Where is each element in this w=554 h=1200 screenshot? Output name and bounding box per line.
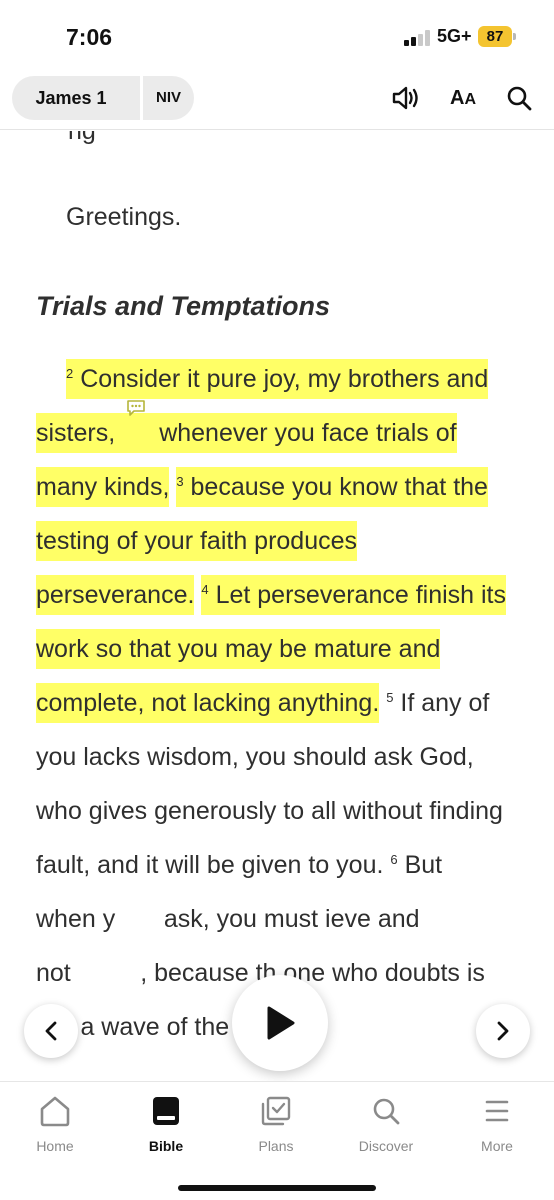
passage-text: 2 Consider it pure joy, my brothers and … — [36, 352, 508, 1054]
menu-icon — [452, 1094, 542, 1128]
search-icon — [507, 86, 532, 111]
signal-icon — [404, 30, 432, 46]
chevron-right-icon — [497, 1021, 509, 1041]
tab-plans[interactable]: Plans — [231, 1094, 321, 1154]
battery-indicator: 87 — [478, 26, 516, 47]
chapter-version-selector: James 1 NIV — [12, 76, 194, 120]
search-button[interactable] — [501, 80, 537, 116]
chevron-left-icon — [45, 1021, 57, 1041]
previous-text-fragment: ng — [68, 131, 96, 145]
tab-more[interactable]: More — [452, 1094, 542, 1154]
tab-bible[interactable]: Bible — [121, 1094, 211, 1154]
tab-home-label: Home — [36, 1138, 74, 1154]
font-size-icon: AA — [449, 86, 476, 109]
tab-more-label: More — [481, 1138, 513, 1154]
audio-button[interactable] — [388, 80, 424, 116]
play-audio-button[interactable] — [232, 975, 328, 1071]
bottom-tab-bar: Home Bible Plans Discover More — [0, 1081, 554, 1200]
bible-icon — [121, 1094, 211, 1128]
discover-icon — [341, 1094, 431, 1128]
note-icon[interactable] — [115, 400, 159, 420]
tab-home[interactable]: Home — [10, 1094, 100, 1154]
previous-chapter-button[interactable] — [24, 1004, 78, 1058]
verse-greeting: Greetings. — [66, 203, 182, 231]
network-type: 5G+ — [437, 26, 472, 46]
status-time: 7:06 — [66, 24, 113, 50]
tab-plans-label: Plans — [258, 1138, 294, 1154]
bible-reading-content[interactable]: ng Greetings. Trials and Temptations 2 C… — [0, 131, 554, 1081]
font-settings-button[interactable]: AA — [445, 80, 481, 116]
section-heading: Trials and Temptations — [36, 291, 331, 321]
next-chapter-button[interactable] — [476, 1004, 530, 1058]
plans-icon — [231, 1094, 321, 1128]
play-icon — [267, 1006, 295, 1040]
home-icon — [10, 1094, 100, 1128]
tab-bible-label: Bible — [148, 1138, 184, 1154]
speaker-icon — [392, 86, 418, 110]
version-selector-button[interactable]: NIV — [143, 76, 194, 120]
tab-discover-label: Discover — [358, 1138, 414, 1154]
chapter-selector-button[interactable]: James 1 — [12, 76, 130, 120]
home-indicator — [178, 1185, 376, 1191]
tab-discover[interactable]: Discover — [341, 1094, 431, 1154]
reader-header: James 1 NIV AA — [0, 66, 554, 130]
status-bar: 7:06 5G+ 87 — [0, 0, 554, 66]
